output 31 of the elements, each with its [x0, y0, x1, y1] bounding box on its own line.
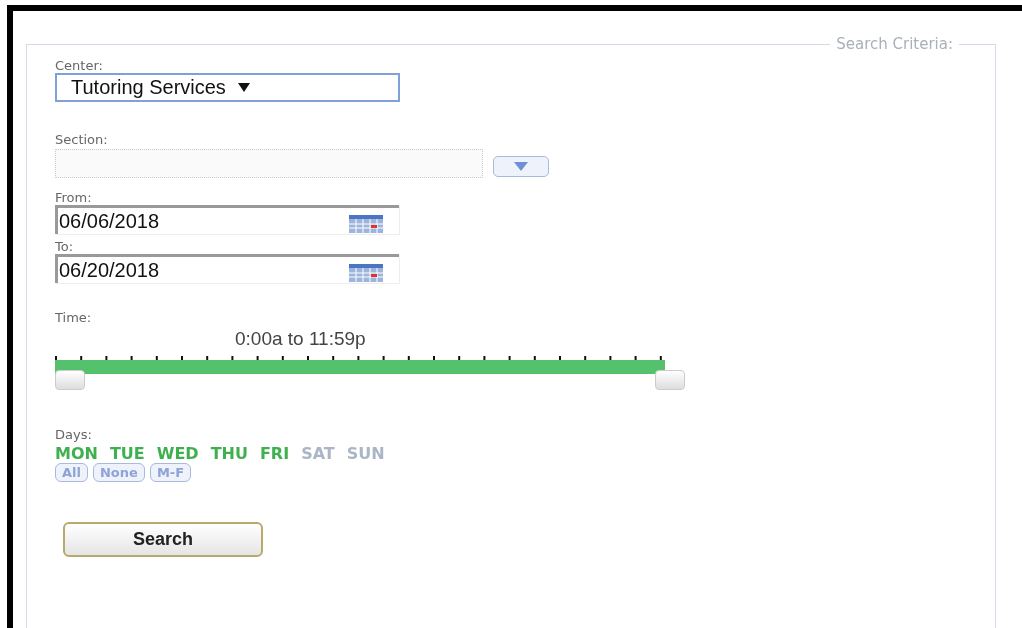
slider-handle[interactable]: [55, 370, 85, 390]
field-label: Days:: [55, 428, 93, 442]
date-value: 06/20/2018: [59, 258, 160, 282]
center-dropdown[interactable]: Tutoring Services: [55, 73, 400, 102]
day-toggle[interactable]: FRI: [259, 444, 290, 463]
date-field[interactable]: 06/20/2018: [55, 254, 399, 283]
field-label: Section:: [55, 133, 109, 147]
time-range-reading: 0:00a to 11:59p: [235, 328, 366, 350]
day-toggle[interactable]: THU: [210, 444, 248, 463]
search-button[interactable]: Search: [63, 522, 263, 557]
calendar-icon[interactable]: [349, 264, 383, 282]
panel-legend: Search Criteria:: [830, 35, 959, 53]
calendar-icon[interactable]: [349, 215, 383, 233]
slider-handle[interactable]: [655, 370, 685, 390]
day-preset-button[interactable]: All: [55, 463, 88, 482]
field-label: Center:: [55, 59, 104, 73]
day-toggle[interactable]: WED: [156, 444, 199, 463]
day-toggle[interactable]: MON: [55, 444, 98, 463]
dropdown-button[interactable]: [493, 155, 549, 177]
field-label: Time:: [55, 311, 93, 325]
date-value: 06/06/2018: [59, 209, 160, 233]
day-toggle[interactable]: TUE: [109, 444, 145, 463]
caret-icon: [514, 161, 528, 171]
caret-icon: [237, 83, 250, 92]
day-preset-button[interactable]: M-F: [149, 463, 192, 482]
day-toggle[interactable]: SUN: [346, 444, 385, 463]
field-label: To:: [55, 240, 75, 254]
day-toggle[interactable]: SAT: [301, 444, 335, 463]
field-label: From:: [55, 191, 93, 205]
day-preset-button[interactable]: None: [93, 463, 145, 482]
date-field[interactable]: 06/06/2018: [55, 205, 399, 234]
